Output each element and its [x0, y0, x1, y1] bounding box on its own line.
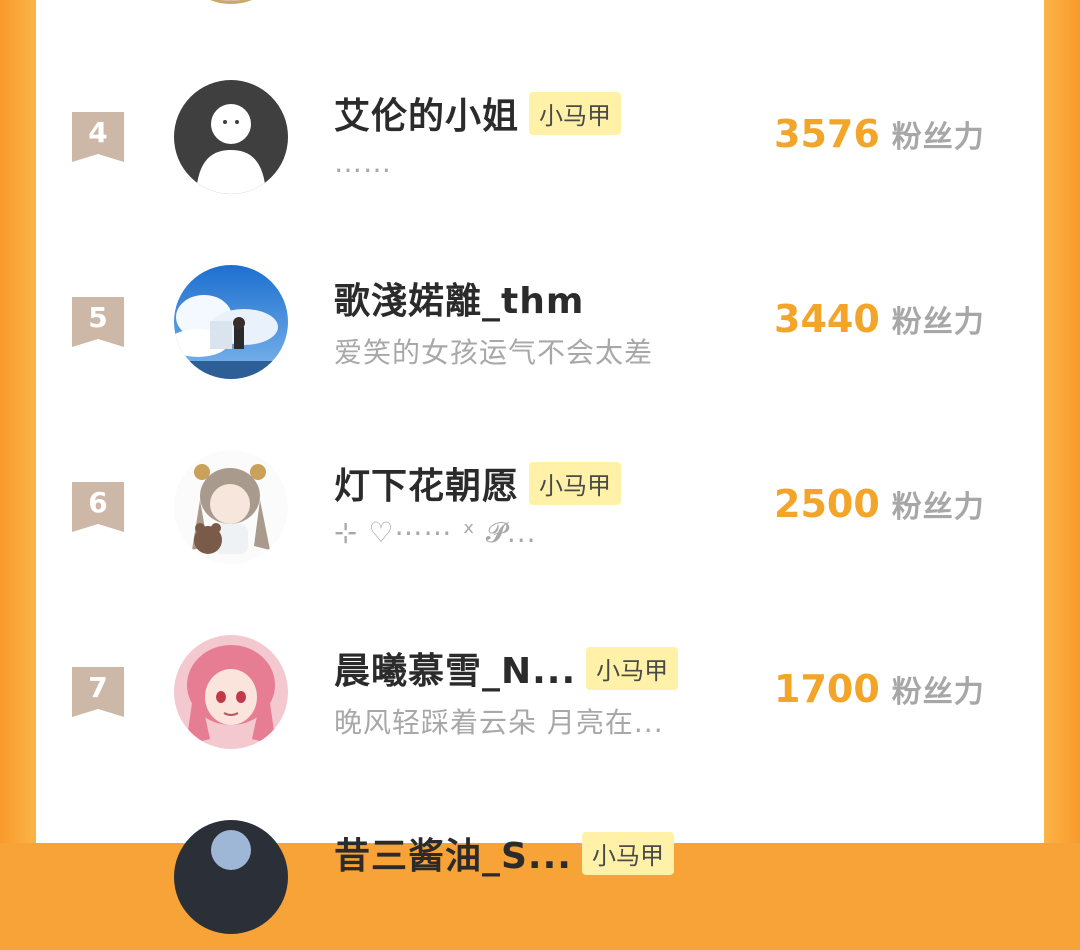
avatar[interactable]	[174, 820, 288, 934]
list-item[interactable]: 7 晨曦慕雪_N... 小马甲 晚风轻踩着云朵 月亮在... 1700 粉丝力	[36, 615, 1044, 765]
avatar[interactable]	[174, 265, 288, 379]
user-name[interactable]: 晨曦慕雪_N...	[334, 642, 576, 694]
avatar[interactable]	[174, 450, 288, 564]
rank-badge: 4	[72, 112, 124, 162]
fan-power-label: 粉丝力	[891, 675, 985, 710]
user-name[interactable]: 艾伦的小姐	[334, 87, 519, 139]
user-name[interactable]: 灯下花朝愿	[334, 457, 519, 509]
fan-power-value: 1700	[774, 667, 880, 711]
status-badge: 小马甲	[581, 831, 674, 875]
fan-power-label: 粉丝力	[891, 120, 985, 155]
user-name[interactable]: 歌淺婼離_thm	[334, 272, 584, 324]
status-badge: 小马甲	[529, 91, 622, 135]
sky-girl-avatar-icon	[174, 265, 288, 379]
ranking-list: 4 艾伦的小姐 小马甲 …… 3576 粉丝力 5 歌淺婼離_thm 爱笑的女孩…	[36, 0, 1044, 934]
background-left	[0, 0, 36, 843]
list-item-previous[interactable]	[36, 0, 1044, 20]
user-signature: 晚风轻踩着云朵 月亮在...	[334, 706, 664, 739]
fan-power-value: 2500	[774, 482, 880, 526]
fan-power-label: 粉丝力	[891, 490, 985, 525]
status-badge: 小马甲	[529, 461, 622, 505]
list-item[interactable]: 4 艾伦的小姐 小马甲 …… 3576 粉丝力	[36, 60, 1044, 210]
background-right	[1044, 0, 1080, 843]
list-item[interactable]: 6 灯下花朝愿 小马甲 ⊹ ♡⋯⋯ ˣ 𝓟... 2500 粉丝力	[36, 430, 1044, 580]
fan-power-label: 粉丝力	[891, 305, 985, 340]
avatar[interactable]	[174, 80, 288, 194]
list-item-next[interactable]: 昔三酱油_S... 小马甲	[36, 800, 1044, 950]
rank-badge: 6	[72, 482, 124, 532]
fan-power-value: 3440	[774, 297, 880, 341]
list-item[interactable]: 5 歌淺婼離_thm 爱笑的女孩运气不会太差 3440 粉丝力	[36, 245, 1044, 395]
user-signature: ⊹ ♡⋯⋯ ˣ 𝓟...	[334, 516, 537, 549]
rank-badge: 7	[72, 667, 124, 717]
anime-girl-bear-avatar-icon	[174, 450, 288, 564]
status-badge: 小马甲	[586, 646, 679, 690]
avatar[interactable]	[174, 0, 288, 4]
pink-hair-anime-avatar-icon	[174, 635, 288, 749]
user-name[interactable]: 昔三酱油_S...	[334, 827, 572, 879]
fan-power-value: 3576	[774, 112, 880, 156]
user-signature: 爱笑的女孩运气不会太差	[334, 336, 654, 369]
avatar[interactable]	[174, 635, 288, 749]
default-person-avatar-icon	[174, 80, 288, 194]
user-signature: ……	[334, 146, 392, 179]
rank-badge: 5	[72, 297, 124, 347]
